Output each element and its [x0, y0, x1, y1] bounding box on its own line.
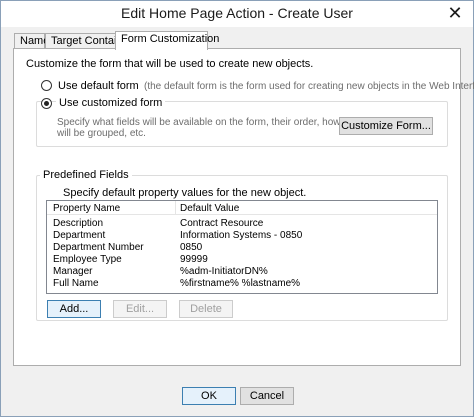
row-property-name: Manager [53, 266, 93, 277]
tab-target-container[interactable]: Target Container [45, 33, 132, 49]
table-row[interactable]: Department Information Systems - 0850 [47, 230, 437, 241]
dialog-window: Edit Home Page Action - Create User ✕ Na… [0, 0, 474, 417]
row-property-name: Description [53, 218, 104, 229]
predefined-fields-description: Specify default property values for the … [63, 187, 307, 199]
table-row[interactable]: Employee Type 99999 [47, 254, 437, 265]
use-default-form-label[interactable]: Use default form [58, 80, 139, 92]
row-default-value: 0850 [180, 242, 203, 253]
column-divider[interactable] [175, 201, 176, 215]
column-default-value[interactable]: Default Value [180, 203, 239, 214]
table-row[interactable]: Manager %adm-InitiatorDN% [47, 266, 437, 277]
row-property-name: Department Number [53, 242, 144, 253]
table-row[interactable]: Department Number 0850 [47, 242, 437, 253]
row-property-name: Full Name [53, 278, 99, 289]
table-row[interactable]: Full Name %firstname% %lastname% [47, 278, 437, 289]
edit-button[interactable]: Edit... [113, 300, 167, 318]
ok-button[interactable]: OK [182, 387, 236, 405]
cancel-button[interactable]: Cancel [240, 387, 294, 405]
delete-button[interactable]: Delete [179, 300, 233, 318]
row-default-value: Contract Resource [180, 218, 264, 229]
close-icon[interactable]: ✕ [443, 4, 467, 24]
customized-form-hint-line2: will be grouped, etc. [57, 128, 146, 139]
tab-form-customization[interactable]: Form Customization [115, 31, 219, 50]
row-property-name: Employee Type [53, 254, 122, 265]
column-property-name[interactable]: Property Name [53, 203, 120, 214]
add-button[interactable]: Add... [47, 300, 101, 318]
use-customized-form-radio[interactable] [41, 98, 52, 109]
use-default-form-hint: (the default form is the form used for c… [144, 81, 474, 92]
predefined-fields-group: Specify default property values for the … [36, 175, 448, 321]
row-default-value: Information Systems - 0850 [180, 230, 303, 241]
predefined-fields-list[interactable]: Property Name Default Value Description … [46, 200, 438, 294]
row-default-value: %adm-InitiatorDN% [180, 266, 268, 277]
intro-text: Customize the form that will be used to … [26, 58, 314, 70]
use-default-form-radio[interactable] [41, 80, 52, 91]
table-row[interactable]: Description Contract Resource [47, 218, 437, 229]
predefined-fields-title: Predefined Fields [40, 169, 132, 181]
tab-name[interactable]: Name [14, 33, 49, 49]
customize-form-button[interactable]: Customize Form... [339, 117, 433, 135]
form-customization-panel: Customize the form that will be used to … [13, 48, 474, 366]
use-customized-form-label[interactable]: Use customized form [56, 97, 166, 109]
row-default-value: %firstname% %lastname% [180, 278, 301, 289]
window-title: Edit Home Page Action - Create User [121, 5, 353, 21]
title-bar: Edit Home Page Action - Create User ✕ [1, 1, 473, 27]
row-property-name: Department [53, 230, 106, 241]
list-header: Property Name Default Value [47, 201, 437, 215]
row-default-value: 99999 [180, 254, 208, 265]
